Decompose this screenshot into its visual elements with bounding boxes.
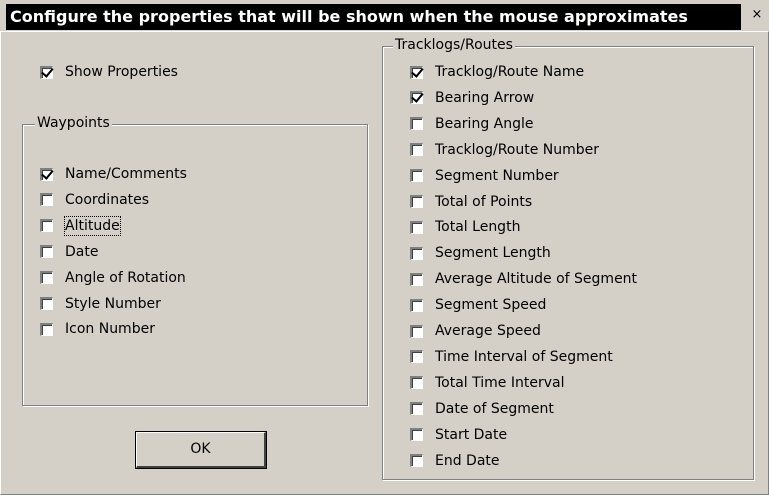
tracklogs-item-bearing-arrow[interactable]: Bearing Arrow bbox=[410, 89, 534, 107]
checkbox-label: Coordinates bbox=[65, 191, 150, 208]
checkbox-label: Angle of Rotation bbox=[65, 269, 186, 286]
tracklogs-item-total-length[interactable]: Total Length bbox=[410, 218, 520, 236]
checkbox[interactable] bbox=[40, 193, 53, 207]
checkbox-label: End Date bbox=[435, 452, 500, 469]
checkbox-label: Style Number bbox=[65, 295, 161, 312]
checkbox[interactable] bbox=[410, 195, 423, 208]
tracklogs-item-date-of-segment[interactable]: Date of Segment bbox=[410, 400, 554, 418]
checkbox[interactable] bbox=[410, 428, 423, 442]
checkbox[interactable] bbox=[410, 272, 423, 286]
checkbox[interactable] bbox=[40, 219, 53, 233]
waypoints-group-title: Waypoints bbox=[35, 115, 112, 131]
checkbox-label: Time Interval of Segment bbox=[435, 348, 613, 365]
checkbox-label: Total Length bbox=[435, 219, 521, 236]
checkbox-label: Total of Points bbox=[435, 193, 533, 210]
checkbox[interactable] bbox=[40, 167, 53, 181]
tracklogs-item-total-of-points[interactable]: Total of Points bbox=[410, 193, 532, 211]
waypoints-item-name-comments[interactable]: Name/Comments bbox=[40, 165, 187, 183]
checkbox-label: Name/Comments bbox=[65, 166, 187, 182]
checkbox[interactable] bbox=[410, 454, 423, 467]
checkbox-label: Total Time Interval bbox=[435, 374, 565, 391]
waypoints-item-coordinates[interactable]: Coordinates bbox=[40, 191, 149, 209]
checkbox[interactable] bbox=[40, 297, 53, 310]
tracklogs-item-tracklog-route-number[interactable]: Tracklog/Route Number bbox=[410, 141, 599, 159]
title-bar: Configure the properties that will be sh… bbox=[0, 0, 769, 31]
checkbox[interactable] bbox=[410, 376, 423, 390]
checkbox[interactable] bbox=[40, 322, 53, 336]
ok-button[interactable]: OK bbox=[135, 431, 267, 469]
checkbox-label: Date bbox=[65, 243, 99, 260]
checkbox-label: Segment Length bbox=[435, 245, 551, 262]
checkbox[interactable] bbox=[410, 91, 423, 105]
tracklogs-item-segment-length[interactable]: Segment Length bbox=[410, 244, 551, 262]
tracklogs-group-title: Tracklogs/Routes bbox=[393, 37, 515, 53]
waypoints-item-date[interactable]: Date bbox=[40, 243, 98, 261]
checkbox[interactable] bbox=[410, 350, 423, 364]
tracklogs-item-total-time-interval[interactable]: Total Time Interval bbox=[410, 374, 564, 392]
tracklogs-item-tracklog-route-name[interactable]: Tracklog/Route Name bbox=[410, 63, 584, 81]
tracklogs-item-bearing-angle[interactable]: Bearing Angle bbox=[410, 115, 534, 133]
checkbox-label: Segment Speed bbox=[435, 297, 547, 314]
tracklogs-item-end-date[interactable]: End Date bbox=[410, 452, 500, 470]
tracklogs-item-start-date[interactable]: Start Date bbox=[410, 426, 507, 444]
checkbox[interactable] bbox=[410, 246, 423, 260]
checkbox[interactable] bbox=[40, 271, 53, 285]
checkbox[interactable] bbox=[410, 298, 423, 312]
checkbox-label: Start Date bbox=[435, 426, 508, 443]
show-properties-checkbox[interactable]: Show Properties bbox=[40, 63, 178, 81]
checkbox[interactable] bbox=[40, 245, 53, 259]
tracklogs-item-average-altitude-of-segment[interactable]: Average Altitude of Segment bbox=[410, 270, 637, 288]
checkbox[interactable] bbox=[410, 220, 423, 234]
tracklogs-item-segment-speed[interactable]: Segment Speed bbox=[410, 296, 546, 314]
checkbox-label: Icon Number bbox=[65, 321, 155, 338]
close-icon[interactable]: × bbox=[750, 8, 764, 22]
waypoints-item-altitude[interactable]: Altitude bbox=[40, 215, 121, 236]
waypoints-item-angle-of-rotation[interactable]: Angle of Rotation bbox=[40, 269, 186, 287]
checkbox[interactable] bbox=[410, 117, 423, 131]
checkbox-label: Average Speed bbox=[435, 323, 541, 339]
checkbox-label: Segment Number bbox=[435, 167, 559, 184]
show-properties-label: Show Properties bbox=[65, 64, 178, 80]
checkbox[interactable] bbox=[410, 324, 423, 338]
checkbox[interactable] bbox=[410, 169, 423, 183]
checkbox-label: Tracklog/Route Number bbox=[435, 141, 600, 158]
checkbox-label: Average Altitude of Segment bbox=[435, 271, 638, 288]
checkbox[interactable] bbox=[410, 65, 423, 79]
show-properties-check-box[interactable] bbox=[40, 65, 53, 79]
waypoints-item-icon-number[interactable]: Icon Number bbox=[40, 320, 155, 338]
tracklogs-item-segment-number[interactable]: Segment Number bbox=[410, 167, 559, 185]
checkbox[interactable] bbox=[410, 402, 423, 416]
checkbox[interactable] bbox=[410, 143, 423, 157]
tracklogs-item-average-speed[interactable]: Average Speed bbox=[410, 322, 541, 340]
waypoints-item-style-number[interactable]: Style Number bbox=[40, 295, 161, 313]
checkbox-label: Tracklog/Route Name bbox=[435, 64, 585, 80]
checkbox-label: Altitude bbox=[64, 215, 121, 236]
tracklogs-item-time-interval-of-segment[interactable]: Time Interval of Segment bbox=[410, 348, 613, 366]
dialog-title: Configure the properties that will be sh… bbox=[6, 4, 741, 30]
checkbox-label: Date of Segment bbox=[435, 400, 554, 417]
checkbox-label: Bearing Arrow bbox=[435, 89, 535, 106]
checkbox-label: Bearing Angle bbox=[435, 115, 534, 132]
